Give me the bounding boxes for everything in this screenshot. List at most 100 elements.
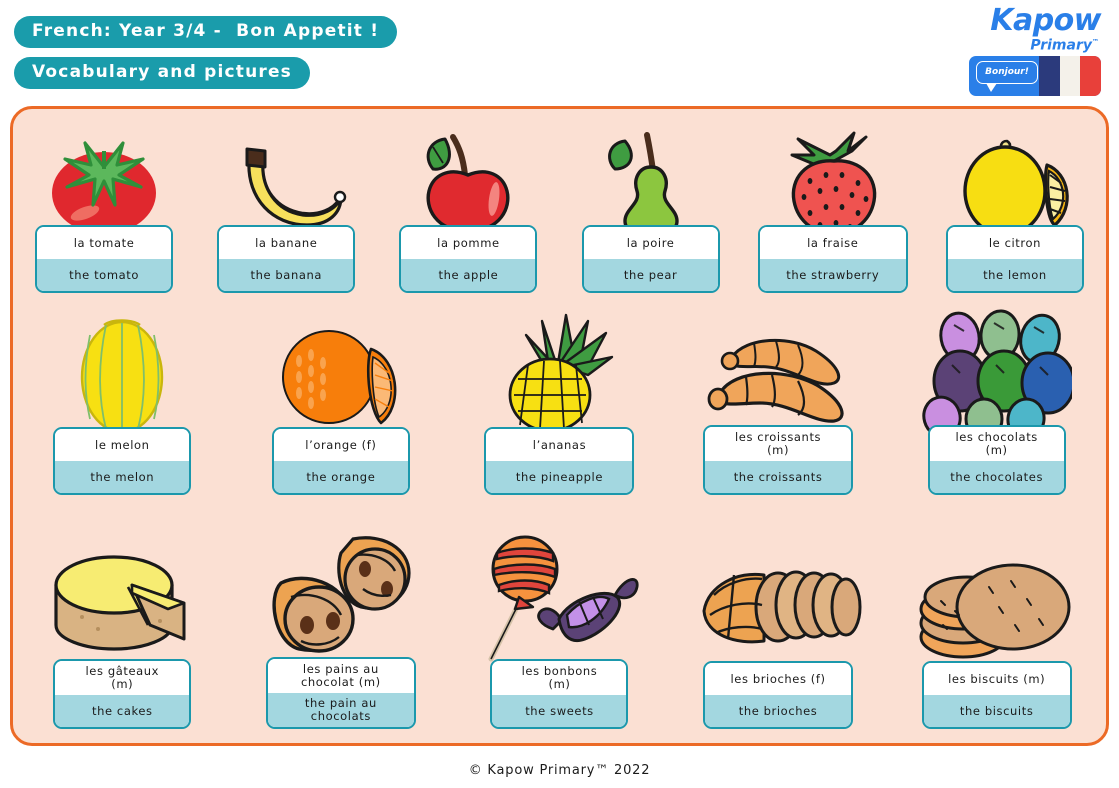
bonjour-speech-bubble: Bonjour! <box>976 61 1038 84</box>
english-word: the lemon <box>947 259 1082 291</box>
flag-stripe-red <box>1080 56 1101 96</box>
pear-illustration <box>560 119 742 239</box>
french-word: le citron <box>947 227 1082 259</box>
vocab-card-melon[interactable]: le melon the melon <box>13 305 232 505</box>
english-word: the croissants <box>705 461 852 493</box>
french-badge: Bonjour! <box>969 56 1101 96</box>
vocab-card-strawberry[interactable]: la fraise the strawberry <box>742 113 924 303</box>
english-word: the tomato <box>37 259 172 291</box>
french-word: les gâteaux (m) <box>55 661 190 695</box>
biscuits-illustration <box>887 525 1106 665</box>
vocab-card-lemon[interactable]: le citron the lemon <box>924 113 1106 303</box>
word-label[interactable]: le citron the lemon <box>945 225 1084 293</box>
page-title: French: Year 3/4 - Bon Appetit ! <box>14 16 398 48</box>
pineapple-illustration <box>450 305 669 435</box>
vocab-card-orange[interactable]: l’orange (f) the orange <box>232 305 451 505</box>
vocabulary-row-2: le melon the melon l’orange (f) the oran… <box>13 305 1106 505</box>
logo-brand-text: Kapow <box>990 3 1101 38</box>
french-word: la pomme <box>401 227 536 259</box>
word-label[interactable]: les bonbons (m) the sweets <box>490 659 629 729</box>
chocolates-illustration <box>887 305 1106 435</box>
word-label[interactable]: la tomate the tomato <box>35 225 174 293</box>
french-word: la tomate <box>37 227 172 259</box>
melon-illustration <box>13 305 232 435</box>
word-label[interactable]: les chocolats (m) the chocolates <box>927 425 1066 495</box>
english-word: the apple <box>401 259 536 291</box>
vocab-card-biscuits[interactable]: les biscuits (m) the biscuits <box>887 509 1106 739</box>
word-label[interactable]: la poire the pear <box>581 225 720 293</box>
tomato-illustration <box>13 119 195 239</box>
trademark-symbol: ™ <box>1092 38 1099 46</box>
word-label[interactable]: les biscuits (m) the biscuits <box>921 661 1072 729</box>
vocabulary-row-3: les gâteaux (m) the cakes les pains au c… <box>13 509 1106 739</box>
vocab-card-cakes[interactable]: les gâteaux (m) the cakes <box>13 509 232 739</box>
french-word: la banane <box>219 227 354 259</box>
vocab-card-tomato[interactable]: la tomate the tomato <box>13 113 195 303</box>
french-word: le melon <box>55 429 190 461</box>
logo-subbrand-label: Primary <box>1030 37 1092 54</box>
english-word: the orange <box>273 461 408 493</box>
french-word: la poire <box>583 227 718 259</box>
vocab-card-croissants[interactable]: les croissants (m) the croissants <box>669 305 888 505</box>
kapow-primary-logo: Kapow Primary™ Bonjour! <box>959 4 1109 100</box>
apple-illustration <box>377 119 559 239</box>
speech-bubble-tail-icon <box>986 83 997 92</box>
english-word: the pain au chocolats <box>267 693 414 727</box>
word-label[interactable]: la fraise the strawberry <box>757 225 908 293</box>
english-word: the biscuits <box>923 695 1070 727</box>
english-word: the melon <box>55 461 190 493</box>
word-label[interactable]: l’ananas the pineapple <box>484 427 635 495</box>
french-word: l’ananas <box>486 429 633 461</box>
word-label[interactable]: la banane the banana <box>217 225 356 293</box>
vocab-card-brioches[interactable]: les brioches (f) the brioches <box>669 509 888 739</box>
brioches-illustration <box>669 525 888 665</box>
vocabulary-row-1: la tomate the tomato la banane the banan… <box>13 113 1106 303</box>
french-word: les croissants (m) <box>705 427 852 461</box>
french-flag-icon <box>1039 56 1101 96</box>
vocab-card-pineapple[interactable]: l’ananas the pineapple <box>450 305 669 505</box>
vocab-card-chocolates[interactable]: les chocolats (m) the chocolates <box>887 305 1106 505</box>
french-word: les pains au chocolat (m) <box>267 659 414 693</box>
english-word: the sweets <box>492 695 627 727</box>
english-word: the pear <box>583 259 718 291</box>
english-word: the pineapple <box>486 461 633 493</box>
english-word: the chocolates <box>929 461 1064 493</box>
vocabulary-panel: la tomate the tomato la banane the banan… <box>10 106 1109 746</box>
english-word: the cakes <box>55 695 190 727</box>
vocab-card-banana[interactable]: la banane the banana <box>195 113 377 303</box>
copyright-footer: © Kapow Primary™ 2022 <box>468 763 651 778</box>
word-label[interactable]: les gâteaux (m) the cakes <box>53 659 192 729</box>
word-label[interactable]: l’orange (f) the orange <box>271 427 410 495</box>
logo-subbrand-text: Primary™ <box>1030 35 1099 53</box>
word-label[interactable]: le melon the melon <box>53 427 192 495</box>
vocab-card-apple[interactable]: la pomme the apple <box>377 113 559 303</box>
english-word: the brioches <box>705 695 852 727</box>
french-word: les bonbons (m) <box>492 661 627 695</box>
page-header: French: Year 3/4 - Bon Appetit ! Vocabul… <box>0 0 1119 104</box>
vocab-card-pear[interactable]: la poire the pear <box>560 113 742 303</box>
lemon-illustration <box>924 119 1106 239</box>
english-word: the strawberry <box>759 259 906 291</box>
word-label[interactable]: la pomme the apple <box>399 225 538 293</box>
vocab-card-sweets[interactable]: les bonbons (m) the sweets <box>450 509 669 739</box>
flag-stripe-white <box>1059 56 1081 96</box>
word-label[interactable]: les pains au chocolat (m) the pain au ch… <box>265 657 416 729</box>
word-label[interactable]: les brioches (f) the brioches <box>703 661 854 729</box>
strawberry-illustration <box>742 119 924 239</box>
flag-stripe-blue <box>1039 56 1060 96</box>
english-word: the banana <box>219 259 354 291</box>
french-word: les chocolats (m) <box>929 427 1064 461</box>
sweets-illustration <box>450 525 669 665</box>
french-word: la fraise <box>759 227 906 259</box>
vocab-card-pain-au-chocolat[interactable]: les pains au chocolat (m) the pain au ch… <box>232 509 451 739</box>
french-word: l’orange (f) <box>273 429 408 461</box>
croissants-illustration <box>669 305 888 435</box>
orange-illustration <box>232 305 451 435</box>
french-word: les brioches (f) <box>705 663 852 695</box>
pain-au-chocolat-illustration <box>232 525 451 665</box>
banana-illustration <box>195 119 377 239</box>
word-label[interactable]: les croissants (m) the croissants <box>703 425 854 495</box>
french-word: les biscuits (m) <box>923 663 1070 695</box>
page-subtitle: Vocabulary and pictures <box>14 57 311 89</box>
cake-illustration <box>13 525 232 665</box>
